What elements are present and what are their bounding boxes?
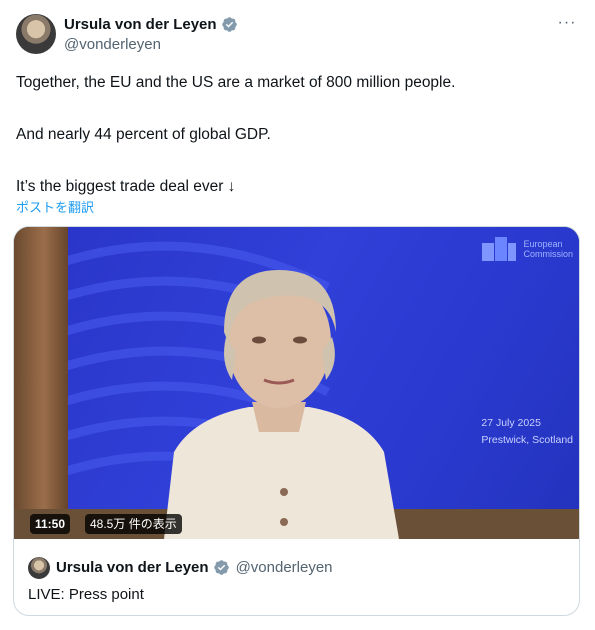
verified-badge-icon: [221, 17, 237, 32]
quoted-post-footer[interactable]: Ursula von der Leyen @vonderleyen LIVE: …: [14, 539, 579, 615]
quoted-author-handle[interactable]: @vonderleyen: [236, 559, 333, 576]
quoted-author-name[interactable]: Ursula von der Leyen: [56, 559, 209, 576]
author-handle[interactable]: @vonderleyen: [64, 36, 161, 53]
quoted-name-row: Ursula von der Leyen @vonderleyen: [56, 559, 333, 576]
ec-logo-line2: Commission: [523, 249, 573, 259]
video-thumbnail[interactable]: European Commission 27 July 2025 Prestwi…: [14, 227, 579, 539]
tweet-header: Ursula von der Leyen @vonderleyen ···: [16, 12, 579, 56]
event-location-line: Prestwick, Scotland: [481, 434, 573, 446]
ec-logo-icon: [482, 237, 517, 261]
wood-panel: [14, 227, 74, 539]
event-date: 27 July 2025 Prestwick, Scotland: [481, 415, 573, 449]
video-card[interactable]: European Commission 27 July 2025 Prestwi…: [13, 226, 580, 616]
tweet-text: Together, the EU and the US are a market…: [16, 74, 456, 195]
view-count-badge: 48.5万 件の表示: [85, 514, 182, 534]
translate-post-link[interactable]: ポストを翻訳: [16, 197, 94, 216]
video-duration-badge: 11:50: [30, 514, 71, 534]
verified-badge-icon: [213, 560, 229, 575]
quoted-post-text: LIVE: Press point: [28, 586, 144, 603]
event-date-line: 27 July 2025: [481, 417, 541, 429]
avatar[interactable]: [16, 14, 56, 54]
speaker-figure: [164, 270, 399, 539]
author-name-row: Ursula von der Leyen: [64, 16, 238, 33]
author-name[interactable]: Ursula von der Leyen: [64, 16, 217, 33]
european-commission-logo: European Commission: [481, 235, 573, 263]
quoted-avatar[interactable]: [28, 557, 50, 579]
more-options-icon[interactable]: ···: [555, 15, 579, 34]
ec-logo-line1: European: [523, 239, 563, 249]
